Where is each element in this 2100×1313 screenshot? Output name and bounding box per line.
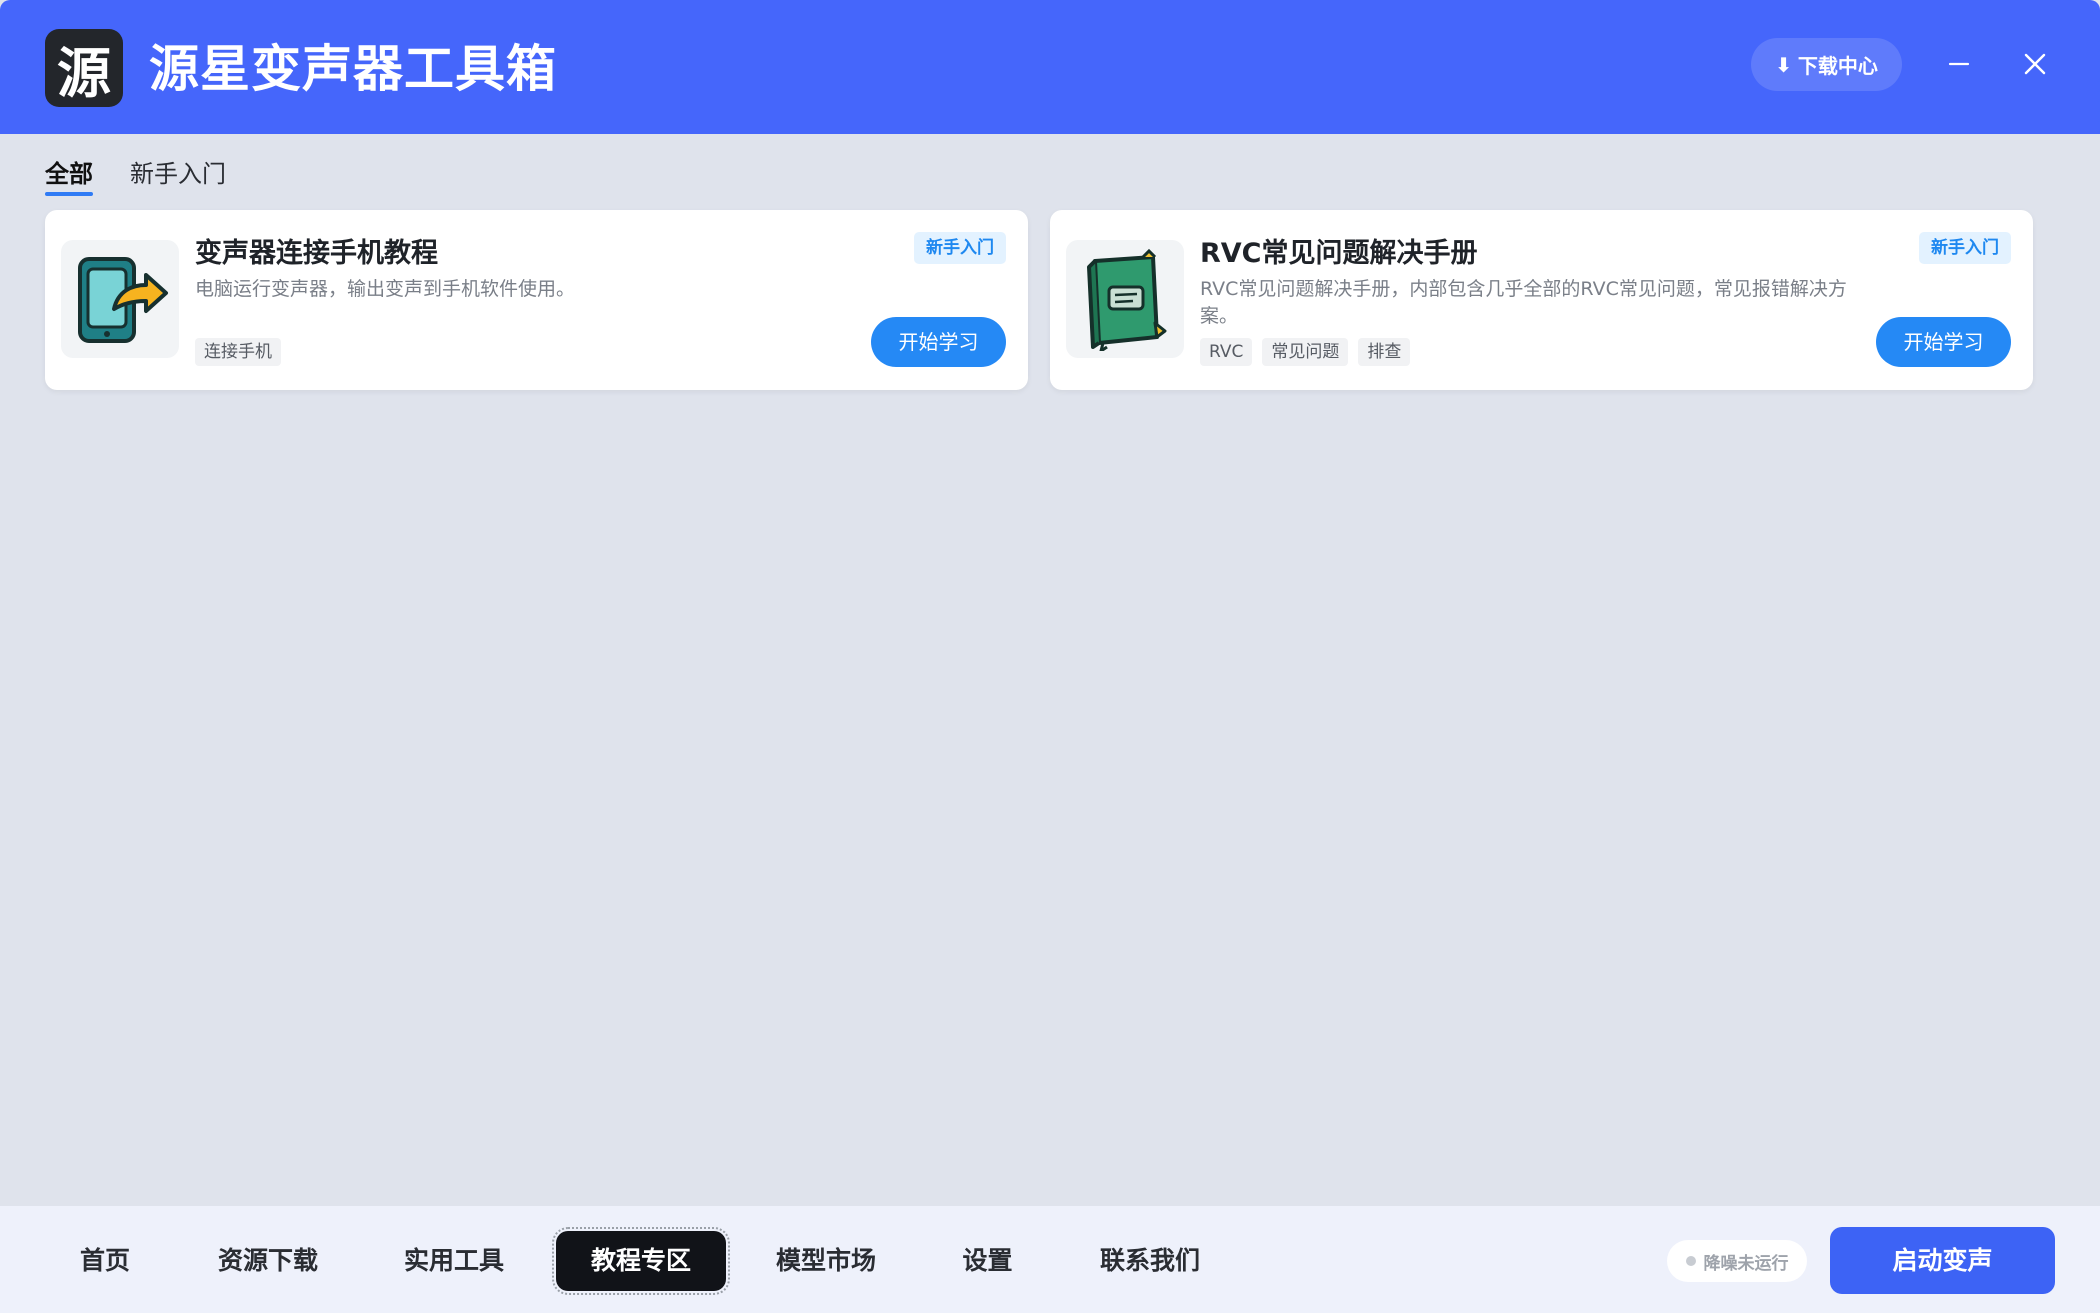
tutorial-card: RVC常见问题解决手册 RVC常见问题解决手册，内部包含几乎全部的RVC常见问题… bbox=[1050, 210, 2033, 390]
minimize-icon bbox=[1948, 62, 1970, 66]
download-center-button[interactable]: ⬇ 下载中心 bbox=[1751, 38, 1902, 91]
app-logo: 源 bbox=[45, 29, 123, 107]
card-category-badge: 新手入门 bbox=[914, 232, 1006, 264]
close-icon bbox=[2024, 53, 2046, 75]
download-center-label: 下载中心 bbox=[1797, 54, 1878, 78]
book-icon bbox=[1087, 248, 1167, 351]
noise-status-label: 降噪未运行 bbox=[1703, 1253, 1789, 1274]
start-learning-button[interactable]: 开始学习 bbox=[1876, 317, 2011, 367]
card-title: 变声器连接手机教程 bbox=[195, 238, 438, 269]
nav-home[interactable]: 首页 bbox=[60, 1231, 150, 1291]
card-category-badge: 新手入门 bbox=[1919, 232, 2011, 264]
tab-all[interactable]: 全部 bbox=[45, 156, 93, 196]
minimize-button[interactable] bbox=[1939, 44, 1979, 84]
noise-reduction-status: 降噪未运行 bbox=[1667, 1240, 1807, 1282]
tag: RVC bbox=[1200, 338, 1253, 366]
download-arrow-icon: ⬇ bbox=[1775, 52, 1792, 77]
card-description: 电脑运行变声器，输出变声到手机软件使用。 bbox=[195, 278, 576, 300]
card-title: RVC常见问题解决手册 bbox=[1200, 238, 1478, 269]
start-learning-button[interactable]: 开始学习 bbox=[871, 317, 1006, 367]
tag: 连接手机 bbox=[195, 338, 281, 366]
nav-settings[interactable]: 设置 bbox=[950, 1231, 1025, 1291]
card-tags: 连接手机 bbox=[195, 338, 281, 366]
status-dot-icon bbox=[1685, 1256, 1696, 1266]
nav-model-market[interactable]: 模型市场 bbox=[766, 1231, 886, 1291]
app-logo-char: 源 bbox=[57, 41, 111, 105]
tag: 排查 bbox=[1358, 338, 1411, 366]
tag: 常见问题 bbox=[1262, 338, 1349, 366]
card-description: RVC常见问题解决手册，内部包含几乎全部的RVC常见问题，常见报错解决方案。 bbox=[1200, 278, 1847, 327]
bottom-nav-bar: 首页 资源下载 实用工具 教程专区 模型市场 设置 联系我们 降噪未运行 启动变… bbox=[0, 1206, 2100, 1313]
app-title: 源星变声器工具箱 bbox=[149, 40, 557, 98]
nav-tools[interactable]: 实用工具 bbox=[394, 1231, 514, 1291]
nav-tutorials[interactable]: 教程专区 bbox=[552, 1227, 730, 1295]
tab-beginner[interactable]: 新手入门 bbox=[130, 156, 226, 194]
card-tags: RVC 常见问题 排查 bbox=[1200, 338, 1411, 366]
title-bar: 源 源星变声器工具箱 ⬇ 下载中心 bbox=[0, 0, 2100, 134]
nav-resources[interactable]: 资源下载 bbox=[208, 1231, 328, 1291]
card-thumbnail bbox=[61, 240, 179, 358]
phone-share-icon bbox=[78, 257, 168, 343]
start-voice-change-button[interactable]: 启动变声 bbox=[1830, 1227, 2055, 1294]
tutorial-card: 变声器连接手机教程 电脑运行变声器，输出变声到手机软件使用。 新手入门 连接手机… bbox=[45, 210, 1028, 390]
card-thumbnail bbox=[1066, 240, 1184, 358]
nav-contact[interactable]: 联系我们 bbox=[1090, 1231, 1210, 1291]
close-button[interactable] bbox=[2015, 44, 2055, 84]
